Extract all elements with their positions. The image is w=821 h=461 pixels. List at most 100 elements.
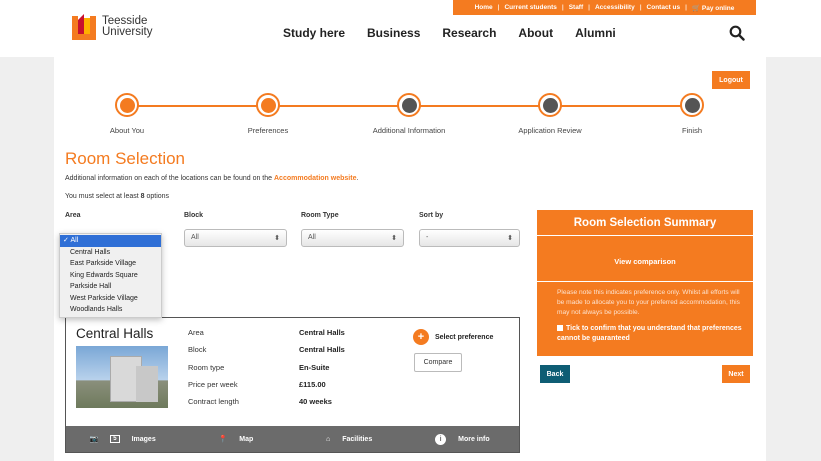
map-pin-icon: 📍 bbox=[218, 436, 228, 443]
images-button[interactable]: 📷 5 Images bbox=[66, 435, 179, 443]
select-preference-label: Select preference bbox=[435, 333, 494, 341]
map-button[interactable]: 📍 Map bbox=[179, 435, 292, 444]
page-title: Room Selection bbox=[65, 149, 186, 168]
min-select-text: You must select at least 8 options bbox=[65, 193, 169, 200]
logo-text: Teesside University bbox=[102, 15, 153, 38]
step-finish-icon bbox=[680, 93, 704, 117]
block-label: Block bbox=[184, 212, 204, 219]
sort-select-value: - bbox=[426, 234, 429, 241]
util-contact-us[interactable]: Contact us bbox=[642, 4, 686, 11]
step-label-application-review: Application Review bbox=[518, 126, 582, 135]
home-icon: ⌂ bbox=[326, 435, 331, 443]
area-option-king-edwards-square[interactable]: King Edwards Square bbox=[60, 270, 161, 282]
area-option-east-parkside-village[interactable]: East Parkside Village bbox=[60, 258, 161, 270]
nav-study-here[interactable]: Study here bbox=[283, 26, 345, 40]
summary-note: Please note this indicates preference on… bbox=[557, 289, 740, 316]
util-accessibility[interactable]: Accessibility bbox=[590, 4, 640, 11]
info-text-end: . bbox=[356, 175, 359, 182]
util-current-students[interactable]: Current students bbox=[499, 4, 561, 11]
area-dropdown[interactable]: ✓ All Central Halls East Parkside Villag… bbox=[59, 233, 162, 318]
more-info-label: More info bbox=[458, 435, 490, 443]
utility-bar: Home | Current students | Staff | Accessibi… bbox=[453, 0, 756, 15]
step-label-about-you: About You bbox=[109, 126, 145, 135]
search-icon[interactable] bbox=[729, 25, 745, 41]
main-nav: Study here Business Research About Alumn… bbox=[283, 26, 616, 40]
room-type-label: Room Type bbox=[301, 212, 339, 219]
min-select-post: options bbox=[146, 193, 170, 200]
step-application-review-icon bbox=[538, 93, 562, 117]
logo-mark-icon bbox=[72, 14, 96, 40]
info-text-body: Additional information on each of the lo… bbox=[65, 175, 273, 182]
nav-alumni[interactable]: Alumni bbox=[575, 26, 616, 40]
row-value-room-type: En-Suite bbox=[299, 363, 330, 372]
room-card: Central Halls Area Central Halls Block C… bbox=[65, 317, 520, 453]
select-arrows-icon: ⬍ bbox=[507, 235, 513, 242]
min-select-pre: You must select at least bbox=[65, 193, 139, 200]
facilities-button[interactable]: ⌂ Facilities bbox=[293, 436, 406, 443]
next-button[interactable]: Next bbox=[722, 365, 750, 383]
util-staff[interactable]: Staff bbox=[564, 4, 588, 11]
selection-summary: Room Selection Summary View comparison P… bbox=[537, 210, 753, 356]
images-label: Images bbox=[131, 435, 156, 443]
select-arrows-icon: ⬍ bbox=[274, 235, 280, 242]
row-key-area: Area bbox=[188, 328, 204, 337]
util-home[interactable]: Home bbox=[470, 4, 498, 11]
row-key-price: Price per week bbox=[188, 380, 238, 389]
nav-business[interactable]: Business bbox=[367, 26, 420, 40]
area-option-all-label: All bbox=[70, 237, 79, 244]
image-count-badge: 5 bbox=[110, 435, 120, 443]
step-label-preferences: Preferences bbox=[247, 126, 289, 135]
nav-research[interactable]: Research bbox=[442, 26, 496, 40]
util-pay-online[interactable]: 🛒 Pay online bbox=[687, 4, 739, 12]
area-option-parkside-hall[interactable]: Parkside Hall bbox=[60, 281, 161, 293]
sort-select[interactable]: - ⬍ bbox=[419, 229, 520, 247]
row-key-contract: Contract length bbox=[188, 397, 239, 406]
university-logo[interactable]: Teesside University bbox=[70, 12, 152, 42]
step-label-additional-info: Additional Information bbox=[372, 126, 446, 135]
area-option-west-parkside-village[interactable]: West Parkside Village bbox=[60, 293, 161, 305]
camera-icon: 📷 bbox=[89, 436, 99, 443]
compare-button[interactable]: Compare bbox=[414, 353, 462, 372]
area-option-woodlands-halls[interactable]: Woodlands Halls bbox=[60, 304, 161, 316]
area-option-all[interactable]: ✓ All bbox=[60, 235, 161, 247]
card-action-bar: 📷 5 Images 📍 Map ⌂ Facilities i More inf… bbox=[66, 426, 519, 452]
util-pay-online-label: Pay online bbox=[701, 4, 735, 12]
plus-icon: + bbox=[413, 329, 429, 345]
select-preference-button[interactable]: + Select preference bbox=[413, 329, 493, 345]
step-preferences-icon bbox=[256, 93, 280, 117]
summary-title: Room Selection Summary bbox=[537, 210, 753, 236]
info-text: Additional information on each of the lo… bbox=[65, 175, 358, 182]
map-label: Map bbox=[239, 435, 254, 443]
checkbox-icon[interactable] bbox=[557, 325, 563, 332]
area-option-central-halls[interactable]: Central Halls bbox=[60, 247, 161, 259]
step-about-you-icon bbox=[115, 93, 139, 117]
step-label-finish: Finish bbox=[681, 126, 703, 135]
row-key-block: Block bbox=[188, 345, 207, 354]
row-value-block: Central Halls bbox=[299, 345, 345, 354]
room-type-select-value: All bbox=[308, 234, 316, 241]
sort-label: Sort by bbox=[419, 212, 444, 219]
room-photo[interactable] bbox=[76, 346, 168, 408]
row-value-contract: 40 weeks bbox=[299, 397, 332, 406]
logo-line2: University bbox=[102, 26, 153, 38]
min-select-count: 8 bbox=[140, 193, 145, 200]
row-key-room-type: Room type bbox=[188, 363, 225, 372]
room-card-title: Central Halls bbox=[76, 326, 154, 341]
step-additional-info-icon bbox=[397, 93, 421, 117]
info-icon: i bbox=[435, 433, 447, 445]
nav-about[interactable]: About bbox=[518, 26, 553, 40]
block-select[interactable]: All ⬍ bbox=[184, 229, 287, 247]
logout-button[interactable]: Logout bbox=[712, 71, 750, 89]
cart-icon: 🛒 bbox=[691, 4, 702, 12]
block-select-value: All bbox=[191, 234, 199, 241]
confirm-checkbox[interactable]: Tick to confirm that you understand that… bbox=[557, 324, 747, 344]
more-info-button[interactable]: i More info bbox=[406, 433, 519, 445]
area-label: Area bbox=[65, 212, 81, 219]
back-button[interactable]: Back bbox=[540, 365, 570, 383]
row-value-price: £115.00 bbox=[299, 380, 326, 389]
view-comparison-link[interactable]: View comparison bbox=[537, 257, 753, 266]
accommodation-website-link[interactable]: Accommodation website bbox=[274, 175, 356, 182]
row-value-area: Central Halls bbox=[299, 328, 345, 337]
room-type-select[interactable]: All ⬍ bbox=[301, 229, 404, 247]
select-arrows-icon: ⬍ bbox=[391, 235, 397, 242]
